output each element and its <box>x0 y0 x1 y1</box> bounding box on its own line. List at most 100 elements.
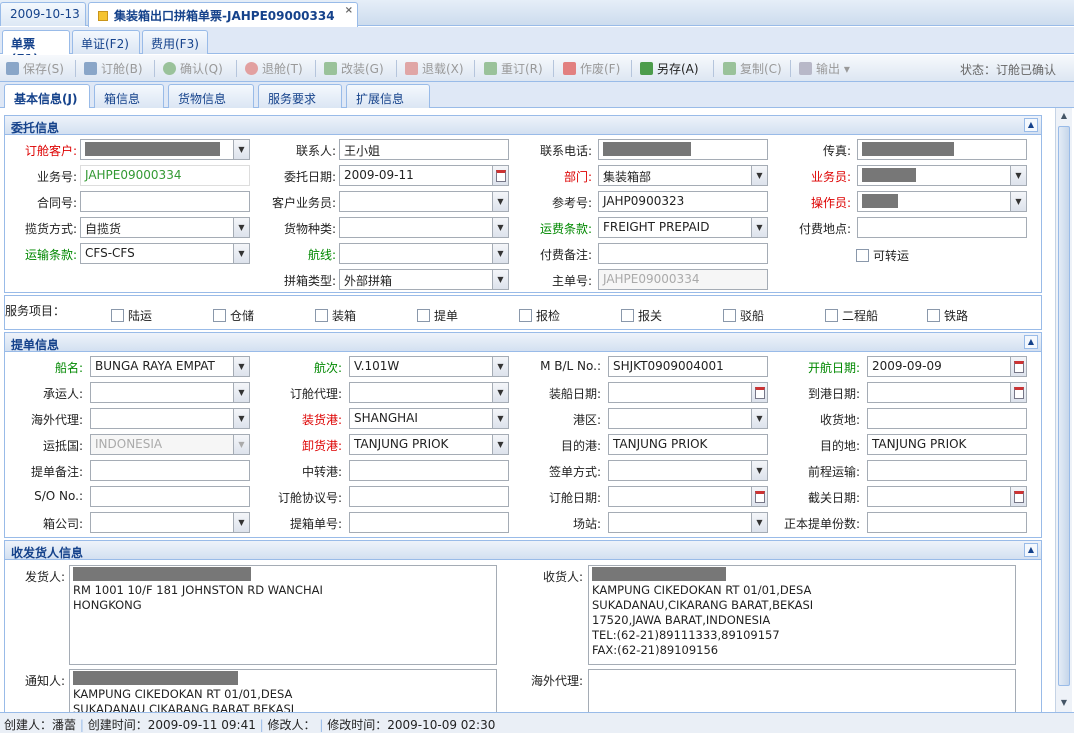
entrust-date-field[interactable]: 2009-09-11 <box>339 165 509 186</box>
contact-input[interactable]: 王小姐 <box>339 139 509 160</box>
bl-serial-input[interactable] <box>349 512 509 533</box>
service-checkbox[interactable]: 仓储 <box>213 307 254 324</box>
service-checkbox[interactable]: 铁路 <box>927 307 968 324</box>
save-as-button[interactable]: 另存(A) <box>640 60 699 78</box>
copy-button[interactable]: 复制(C) <box>723 60 782 78</box>
calendar-icon[interactable] <box>1010 357 1026 376</box>
service-checkbox[interactable]: 装箱 <box>315 307 356 324</box>
save-button[interactable]: 保存(S) <box>6 60 64 78</box>
chevron-down-icon[interactable]: ▼ <box>751 166 767 185</box>
trans-terms-select[interactable]: CFS-CFS ▼ <box>80 243 250 264</box>
tab-extended-info[interactable]: 扩展信息(K) <box>346 84 430 121</box>
box-company-select[interactable]: ▼ <box>90 512 250 533</box>
chevron-down-icon[interactable]: ▼ <box>492 383 508 402</box>
change-button[interactable]: 改装(G) <box>324 60 384 78</box>
phone-input[interactable] <box>598 139 768 160</box>
chevron-down-icon[interactable]: ▼ <box>1010 166 1026 185</box>
calendar-icon[interactable] <box>1010 487 1026 506</box>
scroll-up-icon[interactable]: ▲ <box>1059 111 1069 120</box>
cancel-booking-button[interactable]: 退舱(T) <box>245 60 303 78</box>
chevron-down-icon[interactable]: ▼ <box>751 218 767 237</box>
checkbox-icon[interactable] <box>825 309 838 322</box>
chevron-down-icon[interactable]: ▼ <box>492 192 508 211</box>
cargo-type-select[interactable]: ▼ <box>339 217 509 238</box>
pay-note-input[interactable] <box>598 243 768 264</box>
consignee-textarea[interactable]: KAMPUNG CIKEDOKAN RT 01/01,DESA SUKADANA… <box>588 565 1016 665</box>
tab-basic-info[interactable]: 基本信息(J) <box>4 84 90 108</box>
confirm-button[interactable]: 确认(Q) <box>163 60 223 78</box>
dest-port-input[interactable]: TANJUNG PRIOK <box>608 434 768 455</box>
chevron-down-icon[interactable]: ▼ <box>233 409 249 428</box>
tab-service-req[interactable]: 服务要求(Y) <box>258 84 342 121</box>
so-no-input[interactable] <box>90 486 250 507</box>
tab-date[interactable]: 2009-10-13 <box>0 2 86 26</box>
collapse-icon[interactable]: ▲ <box>1024 335 1038 349</box>
checkbox-icon[interactable] <box>856 249 869 262</box>
transferable-checkbox[interactable]: 可转运 <box>856 247 909 264</box>
book-button[interactable]: 订舱(B) <box>84 60 143 78</box>
scroll-down-icon[interactable]: ▼ <box>1059 698 1069 707</box>
port-area-select[interactable]: ▼ <box>608 408 768 429</box>
vertical-scrollbar[interactable]: ▲ ▼ <box>1055 108 1072 712</box>
tab-fees[interactable]: 费用(F3) <box>142 30 208 54</box>
chevron-down-icon[interactable]: ▼ <box>233 383 249 402</box>
sign-method-select[interactable]: ▼ <box>608 460 768 481</box>
contract-no-input[interactable] <box>80 191 250 212</box>
service-checkbox[interactable]: 报关 <box>621 307 662 324</box>
ref-no-input[interactable]: JAHP0900323 <box>598 191 768 212</box>
vessel-select[interactable]: BUNGA RAYA EMPAT ▼ <box>90 356 250 377</box>
checkbox-icon[interactable] <box>315 309 328 322</box>
checkbox-icon[interactable] <box>213 309 226 322</box>
checkbox-icon[interactable] <box>417 309 430 322</box>
booking-date-field[interactable] <box>608 486 768 507</box>
service-checkbox[interactable]: 提单 <box>417 307 458 324</box>
service-checkbox[interactable]: 驳船 <box>723 307 764 324</box>
dept-select[interactable]: 集装箱部 ▼ <box>598 165 768 186</box>
calendar-icon[interactable] <box>492 166 508 185</box>
service-checkbox[interactable]: 报检 <box>519 307 560 324</box>
arrive-date-field[interactable] <box>867 382 1027 403</box>
cutoff-date-field[interactable] <box>867 486 1027 507</box>
chevron-down-icon[interactable]: ▼ <box>751 409 767 428</box>
chevron-down-icon[interactable]: ▼ <box>233 244 249 263</box>
tab-lcl-ticket[interactable]: 集装箱出口拼箱单票-JAHPE09000334 × <box>88 2 358 27</box>
receipt-place-input[interactable] <box>867 408 1027 429</box>
close-icon[interactable]: × <box>345 5 353 16</box>
sail-date-field[interactable]: 2009-09-09 <box>867 356 1027 377</box>
rebook-button[interactable]: 重订(R) <box>484 60 543 78</box>
chevron-down-icon[interactable]: ▼ <box>492 270 508 289</box>
chevron-down-icon[interactable]: ▼ <box>492 357 508 376</box>
shipper-textarea[interactable]: RM 1001 10/F 181 JOHNSTON RD WANCHAI HON… <box>69 565 497 665</box>
pay-place-input[interactable] <box>857 217 1027 238</box>
pod-select[interactable]: TANJUNG PRIOK ▼ <box>349 434 509 455</box>
unload-button[interactable]: 退载(X) <box>405 60 464 78</box>
pol-select[interactable]: SHANGHAI ▼ <box>349 408 509 429</box>
chevron-down-icon[interactable]: ▼ <box>233 357 249 376</box>
load-date-field[interactable] <box>608 382 768 403</box>
chevron-down-icon[interactable]: ▼ <box>751 461 767 480</box>
chevron-down-icon[interactable]: ▼ <box>492 244 508 263</box>
tab-container-info[interactable]: 箱信息(X) <box>94 84 164 121</box>
route-select[interactable]: ▼ <box>339 243 509 264</box>
chevron-down-icon[interactable]: ▼ <box>233 513 249 532</box>
checkbox-icon[interactable] <box>723 309 736 322</box>
checkbox-icon[interactable] <box>621 309 634 322</box>
client-sales-select[interactable]: ▼ <box>339 191 509 212</box>
lcl-type-select[interactable]: 外部拼箱 ▼ <box>339 269 509 290</box>
tab-cargo-info[interactable]: 货物信息(H) <box>168 84 254 121</box>
calendar-icon[interactable] <box>1010 383 1026 402</box>
pickup-select[interactable]: 自揽货 ▼ <box>80 217 250 238</box>
chevron-down-icon[interactable]: ▼ <box>492 435 508 454</box>
booking-client-select[interactable]: ▼ <box>80 139 250 160</box>
mbl-input[interactable]: SHJKT0909004001 <box>608 356 768 377</box>
chevron-down-icon[interactable]: ▼ <box>233 218 249 237</box>
scroll-thumb[interactable] <box>1058 126 1070 686</box>
fax-input[interactable] <box>857 139 1027 160</box>
chevron-down-icon[interactable]: ▼ <box>1010 192 1026 211</box>
carrier-select[interactable]: ▼ <box>90 382 250 403</box>
void-button[interactable]: 作废(F) <box>563 60 620 78</box>
operator-select[interactable]: ▼ <box>857 191 1027 212</box>
booking-agent-select[interactable]: ▼ <box>349 382 509 403</box>
bl-note-input[interactable] <box>90 460 250 481</box>
original-bl-input[interactable] <box>867 512 1027 533</box>
